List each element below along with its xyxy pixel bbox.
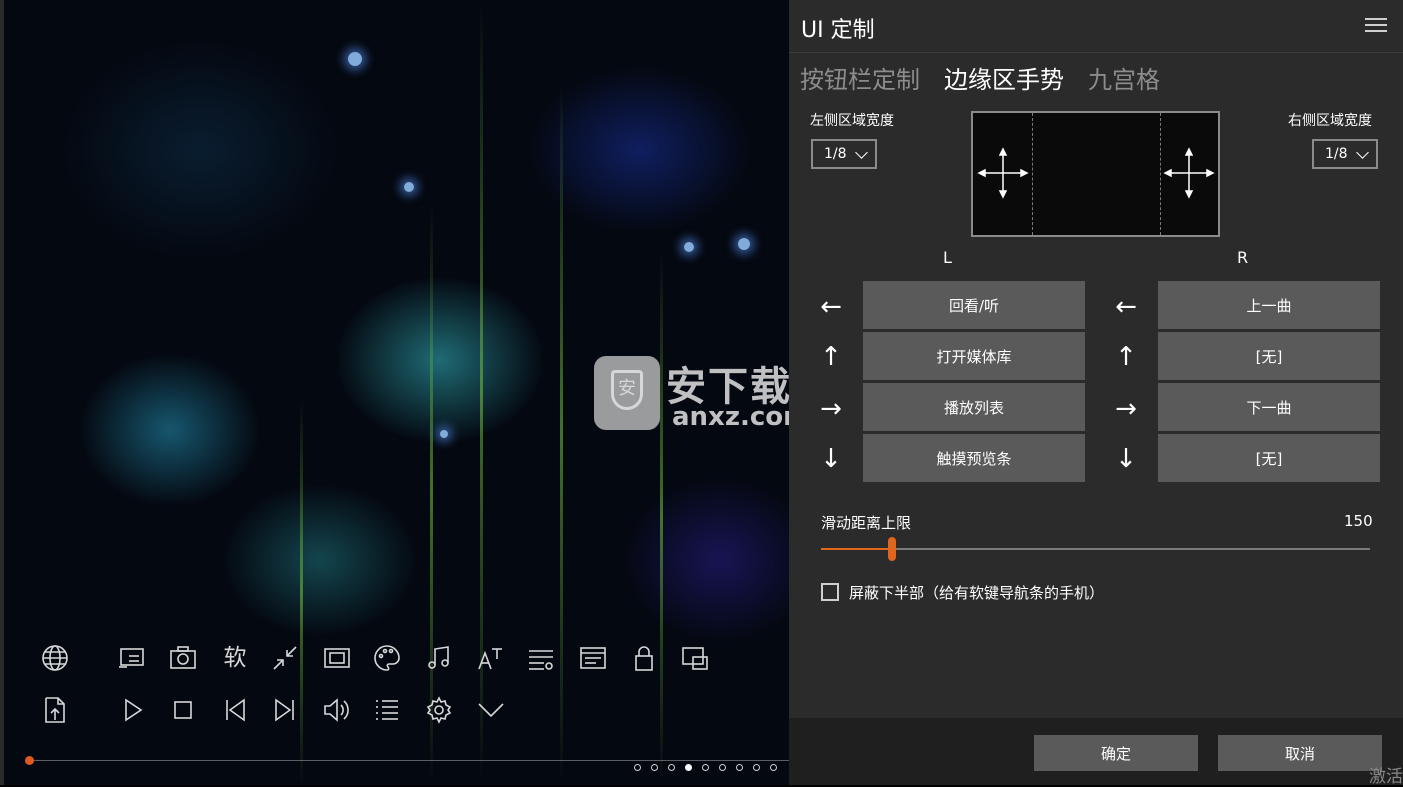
progress-thumb[interactable]	[25, 756, 34, 765]
corner-text: 激活	[1369, 767, 1403, 787]
slider-value: 150	[1344, 512, 1373, 530]
page-dot[interactable]	[634, 764, 641, 771]
arrow-right-icon: →	[820, 394, 842, 424]
gear-icon[interactable]	[422, 693, 456, 727]
play-icon[interactable]	[115, 693, 149, 727]
left-width-value: 1/8	[824, 146, 847, 162]
left-swipe-left-action[interactable]: 回看/听	[863, 281, 1085, 329]
slider-label: 滑动距离上限	[821, 514, 912, 532]
right-width-label: 右侧区域宽度	[1288, 113, 1372, 129]
shield-logo-icon: 安	[594, 356, 660, 430]
right-column-label: R	[1237, 248, 1249, 267]
arrow-down-icon: ↓	[1115, 444, 1137, 474]
page-dot[interactable]	[702, 764, 709, 771]
left-column-label: L	[943, 248, 952, 267]
decor-stem	[300, 400, 303, 785]
previous-icon[interactable]	[218, 693, 252, 727]
chevron-down-icon	[1356, 146, 1369, 159]
arrow-up-icon: ↑	[820, 342, 842, 372]
list-icon[interactable]	[370, 693, 404, 727]
dialog-footer: 确定 取消	[789, 718, 1403, 785]
page-dot[interactable]	[668, 764, 675, 771]
arrow-left-icon: ←	[820, 292, 842, 322]
decor-glow	[348, 52, 362, 66]
page-dot[interactable]	[685, 764, 692, 771]
swipe-distance-slider[interactable]	[821, 537, 1370, 561]
tab-button-bar[interactable]: 按钮栏定制	[800, 60, 920, 95]
left-swipe-right-action[interactable]: 播放列表	[863, 383, 1085, 431]
decor-glow	[684, 242, 694, 252]
left-width-select[interactable]: 1/8	[811, 139, 877, 169]
four-way-arrow-icon	[1163, 147, 1215, 199]
globe-icon[interactable]	[38, 641, 72, 675]
page-dot[interactable]	[719, 764, 726, 771]
hide-bottom-checkbox[interactable]	[821, 583, 839, 601]
popup-window-icon[interactable]	[678, 641, 712, 675]
decor-glow	[738, 238, 750, 250]
page-dot[interactable]	[770, 764, 777, 771]
volume-icon[interactable]	[320, 693, 354, 727]
ok-button[interactable]: 确定	[1034, 735, 1198, 771]
music-note-icon[interactable]	[422, 641, 456, 675]
arrow-down-icon: ↓	[820, 444, 842, 474]
hide-bottom-label[interactable]: 屏蔽下半部（给有软键导航条的手机）	[849, 582, 1104, 603]
page-indicator	[634, 764, 777, 771]
left-zone-divider	[1032, 113, 1033, 235]
tab-grid[interactable]: 九宫格	[1088, 60, 1160, 95]
slider-thumb[interactable]	[888, 537, 897, 561]
right-swipe-down-action[interactable]: [无]	[1158, 434, 1380, 482]
ui-customize-panel: UI 定制 按钮栏定制 边缘区手势 九宫格 左侧区域宽度 1/8 右侧区域宽度 …	[789, 0, 1403, 785]
left-swipe-down-action[interactable]: 触摸预览条	[863, 434, 1085, 482]
tab-edge-gesture[interactable]: 边缘区手势	[944, 60, 1064, 95]
chevron-down-icon	[855, 146, 868, 159]
camera-icon[interactable]	[166, 641, 200, 675]
decor-glow	[404, 182, 414, 192]
slider-fill	[821, 548, 893, 550]
four-way-arrow-icon	[977, 147, 1029, 199]
next-icon[interactable]	[268, 693, 302, 727]
decor-glow	[440, 430, 448, 438]
screen-ratio-icon[interactable]	[320, 641, 354, 675]
chevron-down-icon[interactable]	[474, 693, 508, 727]
right-zone-divider	[1160, 113, 1161, 235]
hamburger-menu-icon[interactable]	[1365, 18, 1387, 32]
arrow-up-icon: ↑	[1115, 342, 1137, 372]
panel-title: UI 定制	[801, 18, 875, 43]
decor-stem	[660, 250, 663, 785]
shrink-icon[interactable]	[268, 641, 302, 675]
decor-stem	[560, 80, 563, 785]
right-swipe-right-action[interactable]: 下一曲	[1158, 383, 1380, 431]
window-edge	[0, 0, 4, 785]
cancel-button[interactable]: 取消	[1218, 735, 1382, 771]
left-swipe-up-action[interactable]: 打开媒体库	[863, 332, 1085, 380]
lock-icon[interactable]	[627, 641, 661, 675]
right-width-select[interactable]: 1/8	[1312, 139, 1378, 169]
arrow-left-icon: ←	[1115, 292, 1137, 322]
stop-icon[interactable]	[166, 693, 200, 727]
page-dot[interactable]	[753, 764, 760, 771]
watermark-logo: 安 安下载 anxz.com	[592, 352, 812, 438]
open-file-icon[interactable]	[38, 693, 72, 727]
left-width-label: 左侧区域宽度	[810, 113, 894, 129]
tab-bar: 按钮栏定制 边缘区手势 九宫格	[800, 60, 1160, 95]
caption-box-icon[interactable]	[576, 641, 610, 675]
progress-bar[interactable]	[30, 760, 789, 761]
subtitle-icon[interactable]	[115, 641, 149, 675]
playlist-lines-icon[interactable]	[524, 641, 558, 675]
arrow-right-icon: →	[1115, 394, 1137, 424]
right-width-value: 1/8	[1325, 146, 1348, 162]
palette-icon[interactable]	[370, 641, 404, 675]
font-size-icon[interactable]	[474, 641, 508, 675]
right-swipe-left-action[interactable]: 上一曲	[1158, 281, 1380, 329]
page-dot[interactable]	[651, 764, 658, 771]
panel-header: UI 定制	[789, 0, 1403, 53]
page-dot[interactable]	[736, 764, 743, 771]
soft-decoder-button[interactable]: 软	[218, 641, 252, 675]
edge-zone-preview	[971, 111, 1220, 237]
right-swipe-up-action[interactable]: [无]	[1158, 332, 1380, 380]
